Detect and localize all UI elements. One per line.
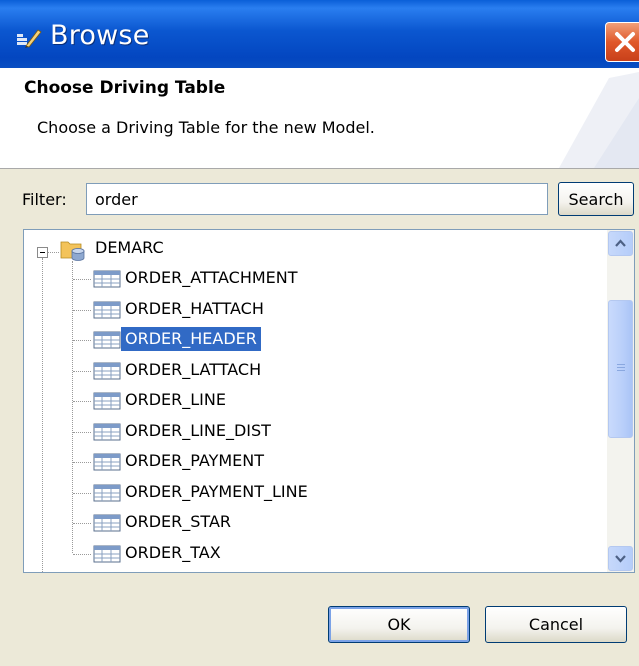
database-folder-icon	[60, 241, 85, 261]
tree-connector	[73, 492, 91, 494]
tree-connector	[73, 279, 91, 280]
chevron-down-icon	[615, 555, 626, 563]
tree-item-label[interactable]: ORDER_LINE_DIST	[121, 419, 275, 443]
tree-item-label[interactable]: ORDER_TAX	[121, 541, 225, 565]
tree-item-label[interactable]: ORDER_LINE	[121, 388, 230, 412]
filter-label: Filter:	[22, 190, 67, 209]
header-decoration	[559, 72, 639, 168]
tree-item[interactable]: ORDER_HATTACH	[24, 295, 604, 323]
tree-connector	[73, 340, 91, 341]
tree-content: DEMARC ORDER_ATTACHMENT ORDER_HATTACH ORDE…	[24, 230, 607, 572]
browse-dialog: Browse Choose Driving Table Choose a Dri…	[0, 0, 639, 666]
scroll-up-button[interactable]	[608, 231, 633, 256]
filter-input[interactable]	[86, 183, 548, 215]
header-subtitle: Choose a Driving Table for the new Model…	[37, 118, 375, 137]
scroll-thumb[interactable]	[608, 300, 633, 438]
table-icon	[91, 270, 121, 288]
table-icon	[91, 362, 121, 380]
ok-button[interactable]: OK	[328, 606, 470, 643]
tree-item-label[interactable]: ORDER_HATTACH	[121, 297, 268, 321]
tree-item[interactable]: ORDER_LINE_DIST	[24, 417, 604, 445]
table-icon	[91, 453, 121, 471]
tree-item[interactable]: ORDER_PAYMENT_LINE	[24, 478, 604, 506]
tree-item-label[interactable]: ORDER_ATTACHMENT	[121, 266, 302, 290]
tree-connector	[73, 370, 91, 372]
table-icon	[91, 301, 121, 319]
tree-item[interactable]: ORDER_STAR	[24, 508, 604, 536]
tree-connector	[73, 553, 91, 555]
table-icon	[91, 392, 121, 410]
browse-icon	[17, 29, 42, 48]
tree-item[interactable]: ORDER_LATTACH	[24, 356, 604, 384]
table-icon	[91, 514, 121, 532]
tree-connector	[73, 309, 91, 311]
scroll-down-button[interactable]	[608, 546, 633, 571]
cancel-button[interactable]: Cancel	[485, 606, 627, 643]
tree-item-label[interactable]: ORDER_PAYMENT	[121, 449, 268, 473]
vertical-scrollbar[interactable]	[607, 230, 634, 572]
table-tree[interactable]: DEMARC ORDER_ATTACHMENT ORDER_HATTACH ORDE…	[23, 229, 635, 573]
tree-root-label[interactable]: DEMARC	[95, 238, 164, 257]
tree-item-label[interactable]: ORDER_HEADER	[121, 327, 261, 351]
title-bar[interactable]: Browse	[0, 0, 639, 68]
tree-connector	[73, 523, 91, 524]
tree-item[interactable]: ORDER_PAYMENT	[24, 447, 604, 475]
table-icon	[91, 331, 121, 349]
header-title: Choose Driving Table	[24, 78, 226, 98]
tree-connector	[73, 401, 91, 402]
search-button[interactable]: Search	[558, 182, 634, 216]
tree-connector	[73, 462, 91, 463]
header-panel: Choose Driving Table Choose a Driving Ta…	[0, 68, 639, 168]
tree-connector	[47, 252, 59, 253]
close-button[interactable]	[605, 22, 639, 62]
thumb-grip	[617, 364, 625, 365]
close-icon	[615, 32, 635, 52]
window-title: Browse	[50, 20, 150, 51]
tree-item[interactable]: ORDER_TAX	[24, 539, 604, 567]
thumb-grip	[617, 367, 625, 368]
table-icon	[91, 484, 121, 502]
tree-connector	[73, 431, 91, 433]
table-icon	[91, 423, 121, 441]
tree-item-label[interactable]: ORDER_PAYMENT_LINE	[121, 480, 312, 504]
tree-item[interactable]: ORDER_LINE	[24, 386, 604, 414]
thumb-grip	[617, 370, 625, 371]
table-icon	[91, 545, 121, 563]
tree-item-label[interactable]: ORDER_STAR	[121, 510, 235, 534]
collapse-toggle[interactable]	[37, 247, 48, 258]
chevron-up-icon	[615, 239, 626, 247]
tree-item[interactable]: ORDER_HEADER	[24, 325, 604, 353]
tree-item-label[interactable]: ORDER_LATTACH	[121, 358, 265, 382]
header-separator	[0, 168, 639, 169]
tree-item[interactable]: ORDER_ATTACHMENT	[24, 264, 604, 292]
